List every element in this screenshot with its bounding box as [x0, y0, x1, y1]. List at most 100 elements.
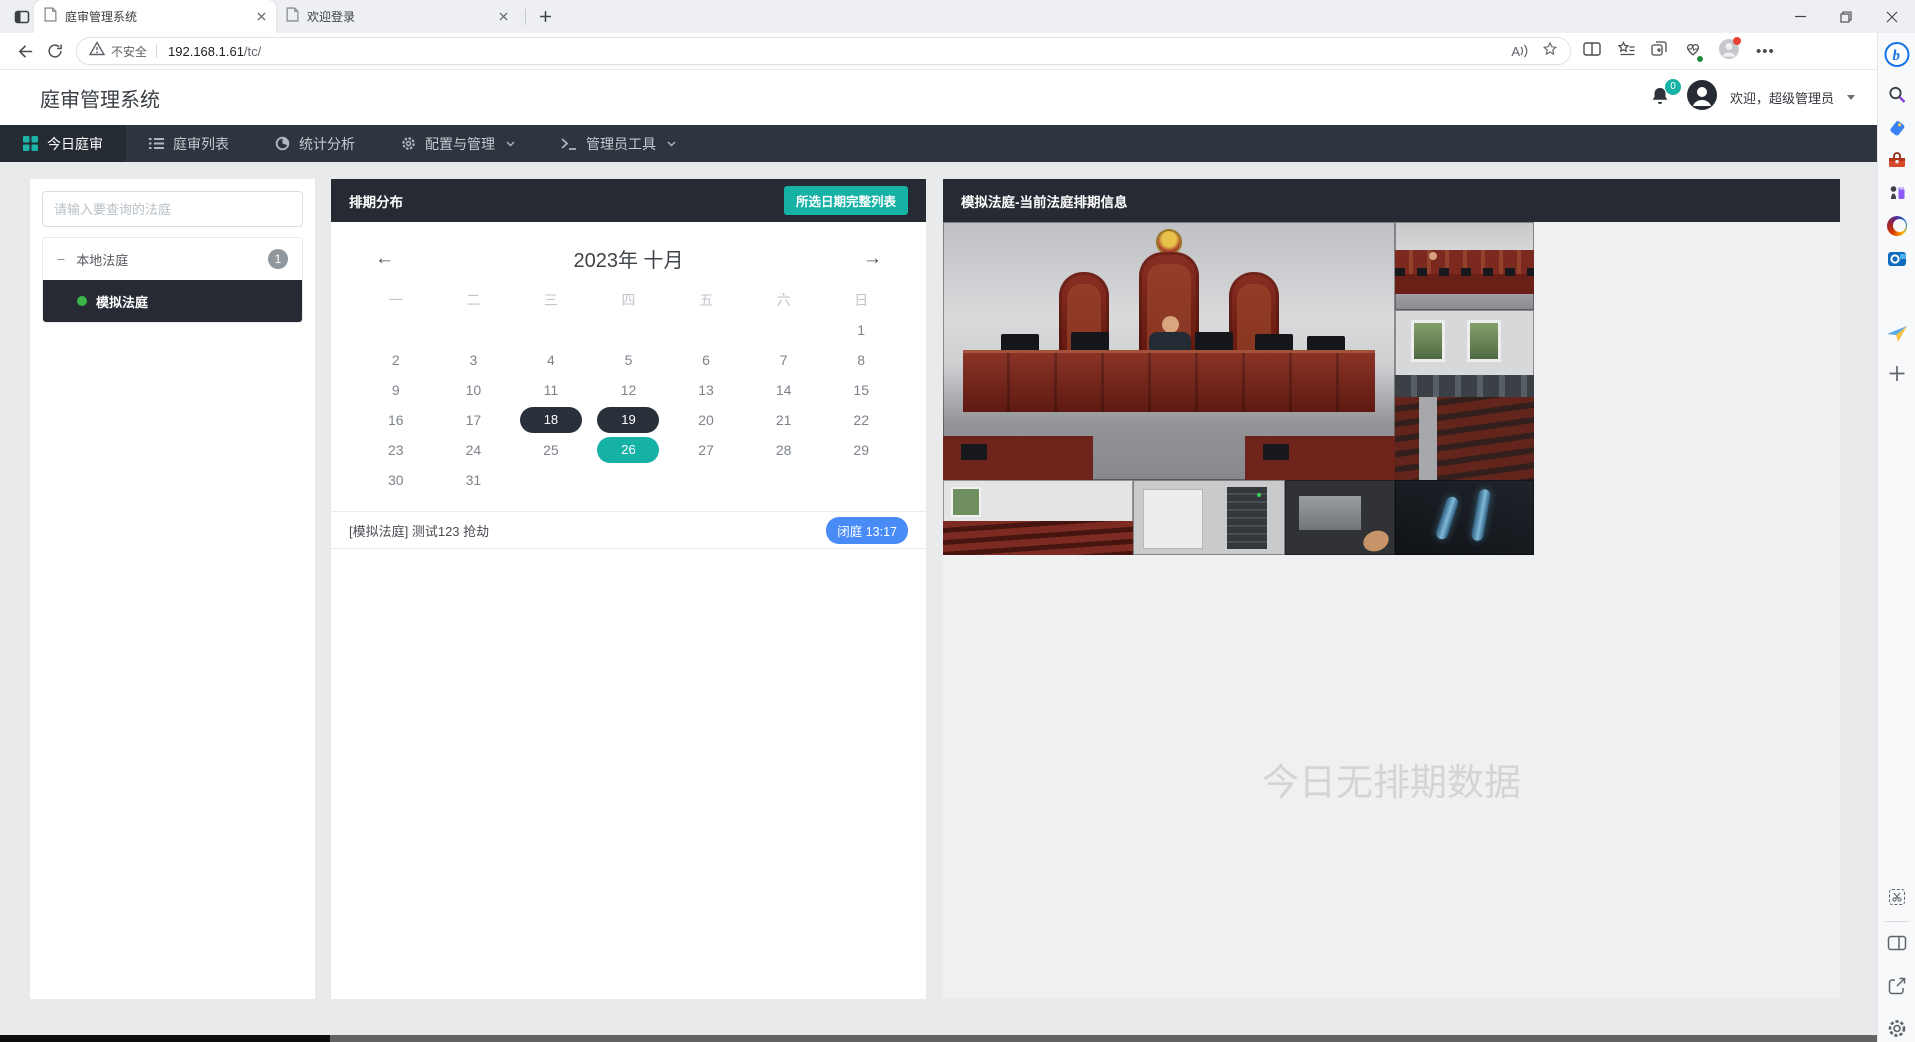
screenshot-icon[interactable] [1889, 889, 1905, 905]
drop-icon[interactable] [1886, 325, 1908, 343]
split-screen-icon[interactable] [1887, 935, 1906, 951]
court-group-local[interactable]: − 本地法庭 1 [43, 238, 302, 280]
court-item-selected[interactable]: 模拟法庭 [43, 280, 302, 322]
calendar-day[interactable]: 16 [357, 405, 435, 435]
calendar-day[interactable]: 8 [822, 345, 900, 375]
courtroom-video-montage[interactable] [943, 222, 1534, 555]
scrollbar-thumb[interactable] [0, 1035, 330, 1042]
calendar-day[interactable]: 15 [822, 375, 900, 405]
tab-close-icon[interactable] [494, 8, 512, 26]
browser-tab-active[interactable]: 庭审管理系统 [34, 0, 276, 33]
new-tab-button[interactable] [533, 5, 557, 29]
split-screen-icon[interactable] [1583, 41, 1601, 62]
favorite-star-icon[interactable] [1542, 41, 1558, 62]
courts-sidebar-card: − 本地法庭 1 模拟法庭 [30, 179, 315, 999]
back-icon[interactable] [10, 36, 40, 66]
calendar-day[interactable]: 29 [822, 435, 900, 465]
nav-item-admin-tools[interactable]: 管理员工具 [538, 125, 699, 162]
nav-item-today[interactable]: 今日庭审 [0, 125, 126, 162]
games-icon[interactable] [1887, 183, 1906, 201]
camera-view-gallery-side[interactable] [943, 480, 1133, 555]
calendar-day[interactable]: 7 [745, 345, 823, 375]
calendar-day[interactable]: 5 [590, 345, 668, 375]
calendar-day[interactable]: 4 [512, 345, 590, 375]
nav-item-trial-list[interactable]: 庭审列表 [126, 125, 252, 162]
calendar-day[interactable]: 17 [435, 405, 513, 435]
calendar-day[interactable]: 14 [745, 375, 823, 405]
tab-close-icon[interactable] [252, 8, 270, 26]
calendar-day[interactable]: 3 [435, 345, 513, 375]
calendar-day[interactable]: 21 [745, 405, 823, 435]
calendar-day[interactable]: 2 [357, 345, 435, 375]
calendar-day[interactable]: 18 [512, 405, 590, 435]
calendar-day[interactable]: 13 [667, 375, 745, 405]
calendar-month-title: 2023年 十月 [573, 244, 683, 273]
add-sidebar-item-icon[interactable] [1888, 365, 1905, 382]
window-minimize-icon[interactable] [1777, 0, 1823, 33]
next-month-icon[interactable]: → [863, 248, 882, 270]
more-menu-icon[interactable]: ••• [1756, 43, 1775, 60]
nav-item-statistics[interactable]: 统计分析 [252, 125, 378, 162]
search-icon[interactable] [1887, 85, 1906, 104]
shopping-icon[interactable] [1887, 119, 1907, 139]
calendar-day[interactable]: 19 [590, 405, 668, 435]
calendar-day[interactable]: 22 [822, 405, 900, 435]
copilot-icon[interactable]: b [1883, 41, 1910, 68]
site-warning-icon[interactable] [89, 41, 105, 61]
chevron-down-icon[interactable] [1847, 95, 1855, 100]
camera-view-gallery-overhead[interactable] [1395, 397, 1534, 480]
camera-view-bench-side[interactable] [1395, 222, 1534, 310]
full-list-button[interactable]: 所选日期完整列表 [784, 186, 908, 215]
camera-view-equipment-room[interactable] [1133, 480, 1285, 555]
window-close-icon[interactable] [1869, 0, 1915, 33]
tab-actions-icon[interactable] [1651, 40, 1668, 62]
video-panel-header: 模拟法庭-当前法庭排期信息 [943, 179, 1840, 222]
calendar-day[interactable]: 30 [357, 465, 435, 495]
collapse-icon[interactable]: − [57, 251, 65, 267]
calendar-day[interactable]: 23 [357, 435, 435, 465]
nav-item-configuration[interactable]: 配置与管理 [378, 125, 538, 162]
browser-essentials-icon[interactable] [1684, 40, 1702, 62]
settings-gear-icon[interactable] [1887, 1019, 1906, 1038]
profile-icon[interactable] [1718, 38, 1740, 65]
notification-bell-icon[interactable]: 0 [1648, 85, 1674, 111]
camera-view-control-desk[interactable] [1285, 480, 1395, 555]
toolbox-icon[interactable] [1887, 151, 1907, 169]
window-restore-icon[interactable] [1823, 0, 1869, 33]
schedule-event-row[interactable]: [模拟法庭] 测试123 抢劫 闭庭 13:17 [331, 511, 926, 549]
address-bar[interactable]: 不安全 192.168.1.61/tc/ A [76, 37, 1571, 65]
open-external-icon[interactable] [1888, 977, 1906, 995]
calendar-day[interactable]: 1 [822, 315, 900, 345]
court-search-input[interactable] [42, 191, 303, 227]
browser-tab-inactive[interactable]: 欢迎登录 [276, 0, 518, 33]
calendar-day[interactable]: 24 [435, 435, 513, 465]
calendar-day[interactable]: 10 [435, 375, 513, 405]
calendar-day[interactable]: 9 [357, 375, 435, 405]
welcome-text[interactable]: 欢迎，超级管理员 [1730, 88, 1834, 107]
calendar-day[interactable]: 12 [590, 375, 668, 405]
url-text[interactable]: 192.168.1.61/tc/ [168, 44, 261, 59]
calendar-day[interactable]: 11 [512, 375, 590, 405]
calendar-day[interactable]: 31 [435, 465, 513, 495]
horizontal-scrollbar[interactable] [0, 1035, 1877, 1042]
calendar-day[interactable]: 25 [512, 435, 590, 465]
refresh-icon[interactable] [40, 36, 70, 66]
microsoft-365-icon[interactable] [1887, 216, 1907, 236]
calendar-day[interactable]: 6 [667, 345, 745, 375]
terminal-icon [561, 137, 577, 151]
calendar-day[interactable]: 28 [745, 435, 823, 465]
outlook-icon[interactable] [1887, 249, 1907, 269]
read-aloud-icon[interactable]: A [1511, 44, 1528, 59]
camera-view-microphones[interactable] [1395, 480, 1534, 555]
calendar-day[interactable]: 20 [667, 405, 745, 435]
calendar-day[interactable]: 26 [590, 435, 668, 465]
tab-actions-menu-icon[interactable] [10, 5, 34, 29]
calendar-day[interactable]: 27 [667, 435, 745, 465]
favorites-hub-icon[interactable] [1617, 41, 1635, 62]
camera-view-judge-bench[interactable] [943, 222, 1395, 480]
grid-icon [23, 136, 38, 151]
user-avatar[interactable] [1687, 80, 1717, 115]
prev-month-icon[interactable]: ← [375, 248, 394, 270]
camera-view-witness-room[interactable] [1395, 310, 1534, 397]
security-label[interactable]: 不安全 [111, 43, 147, 60]
